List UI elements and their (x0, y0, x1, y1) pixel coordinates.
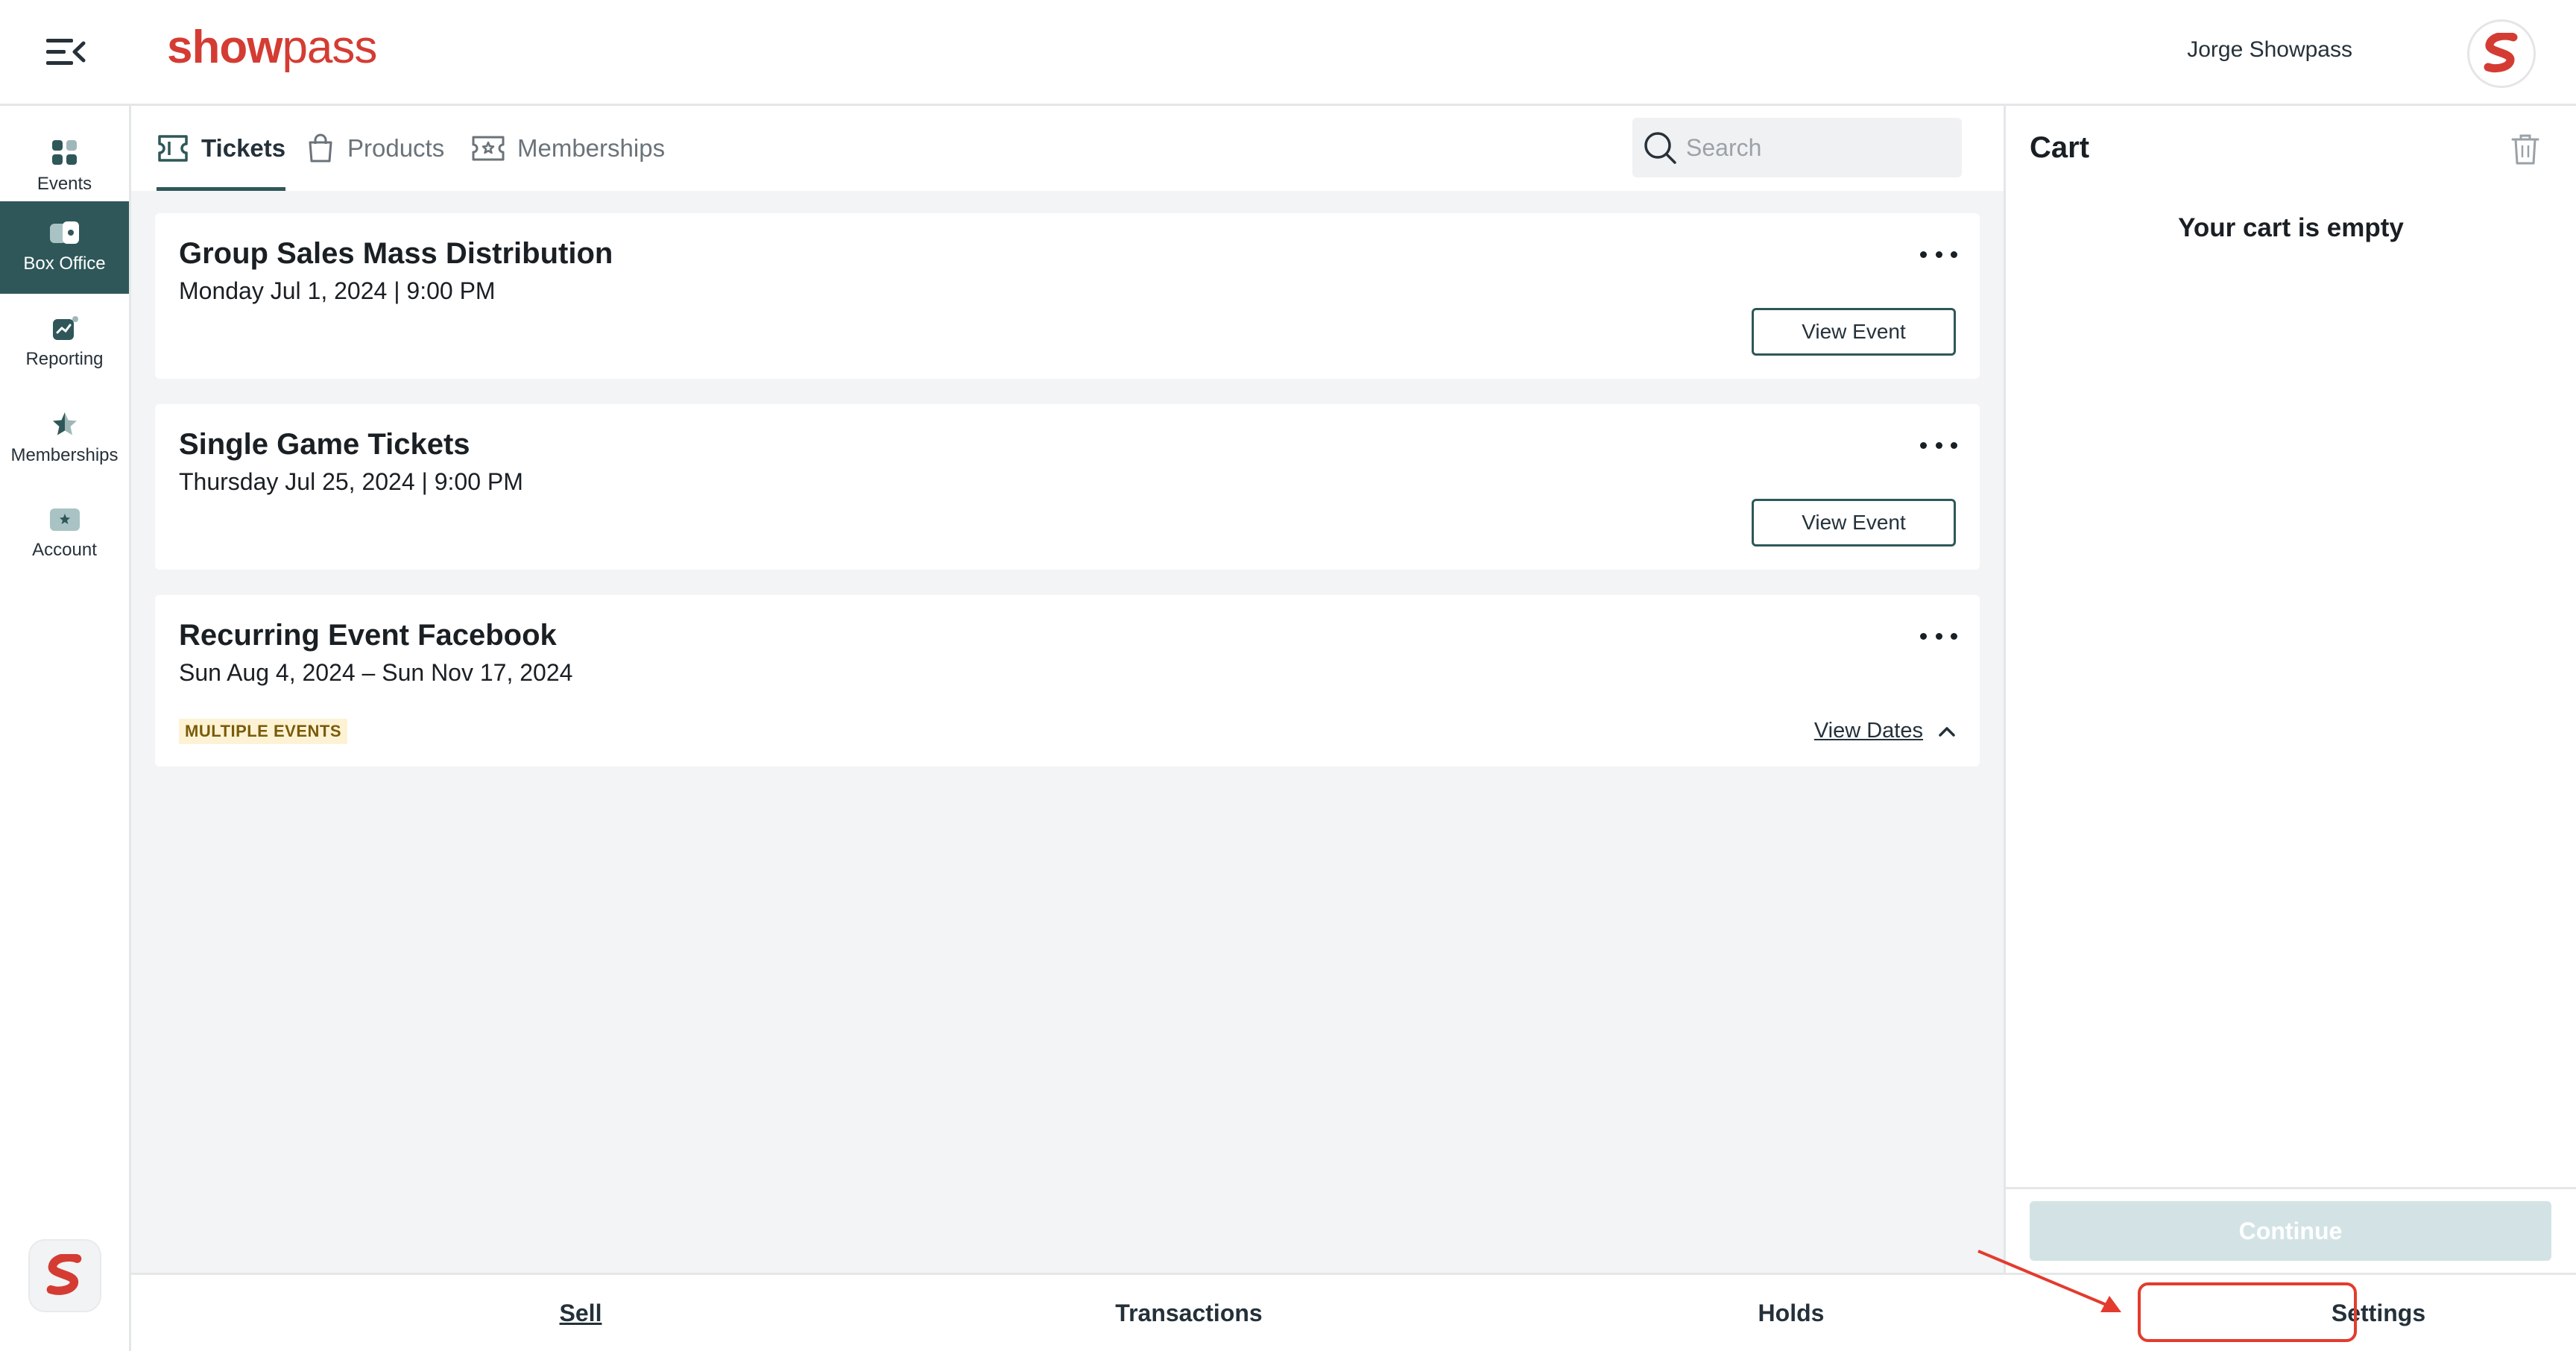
trash-icon[interactable] (2510, 133, 2540, 169)
nav-item-label: Box Office (23, 253, 106, 274)
search-box[interactable] (1632, 118, 1962, 177)
chevron-up-icon (1939, 726, 1955, 737)
menu-collapse-icon[interactable] (45, 36, 86, 69)
box-office-icon (49, 221, 79, 244)
event-card: Group Sales Mass Distribution Monday Jul… (155, 213, 1980, 379)
ticket-icon (158, 135, 188, 162)
more-options-icon[interactable] (1920, 625, 1957, 647)
left-nav: Events Box Office Reporting Memberships … (0, 106, 131, 1351)
bottom-tab-holds[interactable]: Holds (1655, 1275, 1928, 1351)
user-name: Jorge Showpass (2187, 37, 2352, 62)
event-date: Thursday Jul 25, 2024 | 9:00 PM (179, 468, 523, 495)
nav-item-box-office[interactable]: Box Office (0, 201, 129, 294)
nav-item-label: Memberships (10, 445, 119, 465)
bottom-tab-sell[interactable]: Sell (444, 1275, 717, 1351)
product-tabs: Tickets Products Memberships (131, 106, 2004, 191)
nav-item-account[interactable]: Account (0, 488, 129, 580)
multiple-events-badge: MULTIPLE EVENTS (179, 719, 347, 744)
nav-item-label: Reporting (25, 349, 104, 369)
nav-item-reporting[interactable]: Reporting (0, 297, 129, 389)
search-icon (1644, 132, 1676, 164)
star-icon (52, 412, 77, 435)
event-title: Single Game Tickets (179, 428, 470, 461)
nav-item-memberships[interactable]: Memberships (0, 392, 129, 485)
showpass-s-icon (46, 1254, 82, 1295)
account-icon (49, 508, 80, 531)
membership-card-icon (472, 136, 505, 161)
view-event-button[interactable]: View Event (1752, 499, 1956, 547)
nav-item-label: Account (32, 540, 97, 560)
chart-icon (52, 316, 78, 340)
more-options-icon[interactable] (1920, 434, 1957, 456)
event-card: Single Game Tickets Thursday Jul 25, 202… (155, 404, 1980, 570)
bag-icon (309, 133, 332, 163)
tab-memberships[interactable]: Memberships (471, 106, 665, 191)
search-input[interactable] (1686, 133, 1954, 162)
showpass-logo[interactable]: showpass (167, 21, 377, 74)
view-event-button[interactable]: View Event (1752, 308, 1956, 356)
event-card: Recurring Event Facebook Sun Aug 4, 2024… (155, 595, 1980, 766)
app-header: showpass Jorge Showpass (0, 0, 2576, 106)
event-title: Group Sales Mass Distribution (179, 237, 613, 270)
event-date: Monday Jul 1, 2024 | 9:00 PM (179, 277, 496, 304)
more-options-icon[interactable] (1920, 243, 1957, 265)
main-content: Tickets Products Memberships Group S (131, 106, 2004, 1273)
grid-icon (51, 140, 77, 165)
event-date: Sun Aug 4, 2024 – Sun Nov 17, 2024 (179, 659, 573, 686)
settings-highlight-box (2138, 1282, 2357, 1342)
view-dates-link[interactable]: View Dates (1814, 719, 1956, 743)
nav-item-events[interactable]: Events (0, 121, 129, 213)
event-title: Recurring Event Facebook (179, 619, 557, 652)
showpass-app-logo[interactable] (28, 1239, 101, 1312)
user-avatar[interactable] (2467, 19, 2536, 88)
tab-tickets[interactable]: Tickets (157, 106, 286, 191)
tab-products[interactable]: Products (306, 106, 444, 191)
cart-panel: Cart Your cart is empty Continue (2004, 106, 2576, 1273)
showpass-s-icon (2484, 33, 2518, 73)
cart-empty-message: Your cart is empty (2178, 213, 2404, 242)
annotation-arrow-icon (1977, 1250, 2121, 1312)
bottom-tab-transactions[interactable]: Transactions (1052, 1275, 1325, 1351)
cart-title: Cart (2030, 131, 2090, 164)
nav-item-label: Events (37, 174, 92, 194)
